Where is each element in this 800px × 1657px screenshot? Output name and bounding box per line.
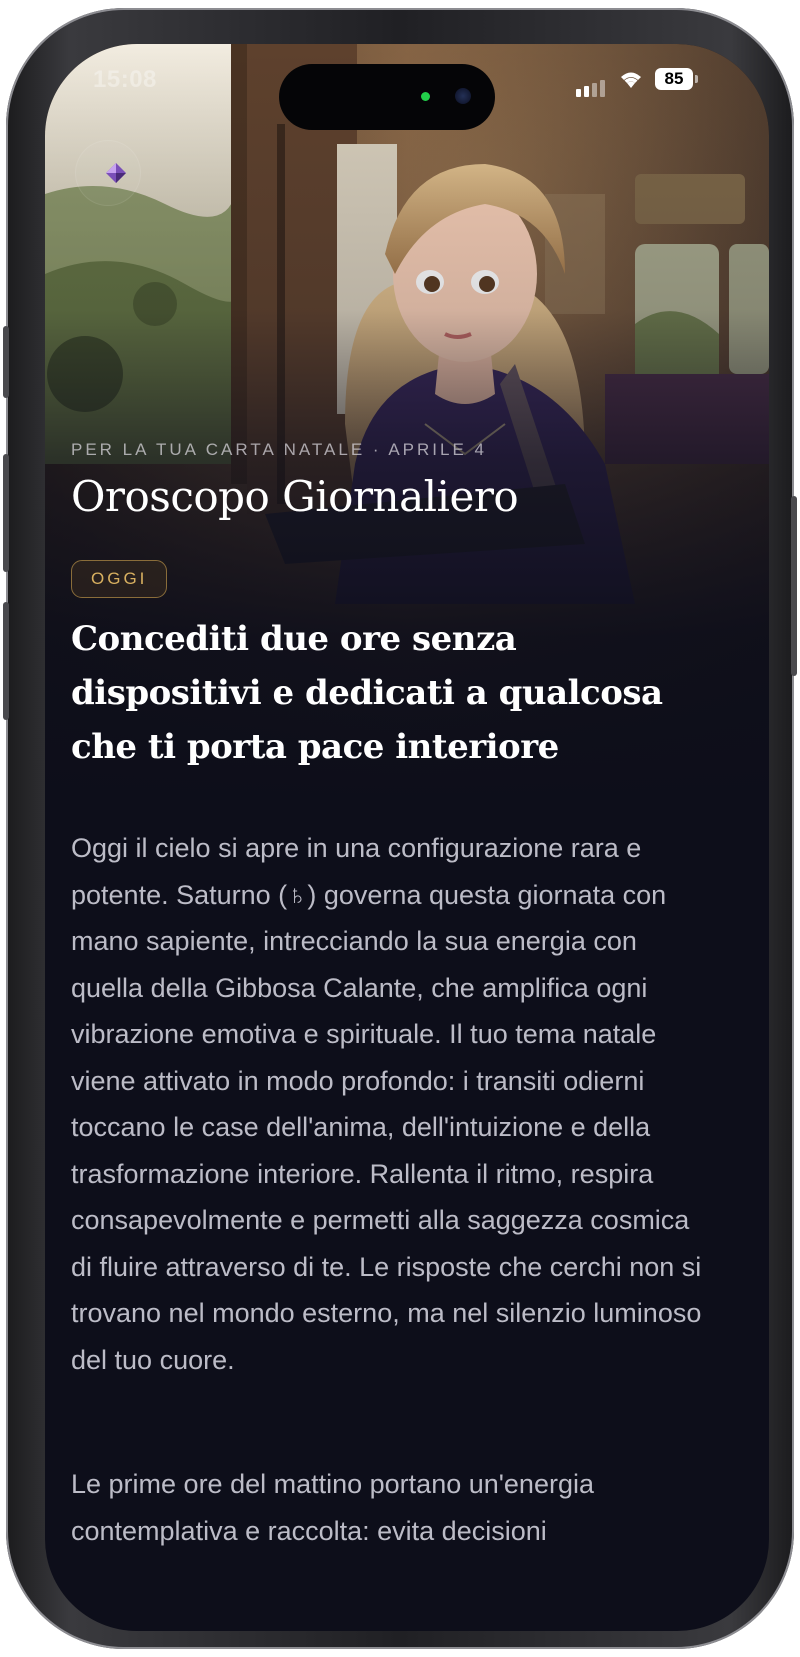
screen: 15:08 85 PER LA TUA CARTA NATALE · APRIL… [45,44,769,1631]
wifi-icon [621,72,641,88]
horoscope-paragraph: Le prime ore del mattino portano un'ener… [71,1469,594,1546]
battery-icon: 85 [655,68,693,90]
volume-up-button [3,454,9,572]
birth-chart-date-label: PER LA TUA CARTA NATALE · APRILE 4 [71,440,487,459]
phone-frame: 15:08 85 PER LA TUA CARTA NATALE · APRIL… [3,8,797,1649]
camera-icon [455,88,471,104]
side-button [791,496,797,676]
volume-down-button [3,602,9,720]
privacy-indicator-icon [421,92,430,101]
app-gem-icon [106,163,126,183]
dynamic-island [279,64,495,130]
horoscope-paragraph: Oggi il cielo si apre in una configurazi… [71,833,702,1375]
battery-tip [695,75,698,83]
status-time: 15:08 [93,66,157,93]
daily-headline: Concediti due ore senza dispositivi e de… [71,619,663,767]
today-badge: OGGI [71,560,168,598]
page-title: Oroscopo Giornaliero [71,472,519,521]
cellular-signal-icon [576,80,605,97]
app-gem-button[interactable] [75,140,141,206]
action-button [3,326,9,398]
